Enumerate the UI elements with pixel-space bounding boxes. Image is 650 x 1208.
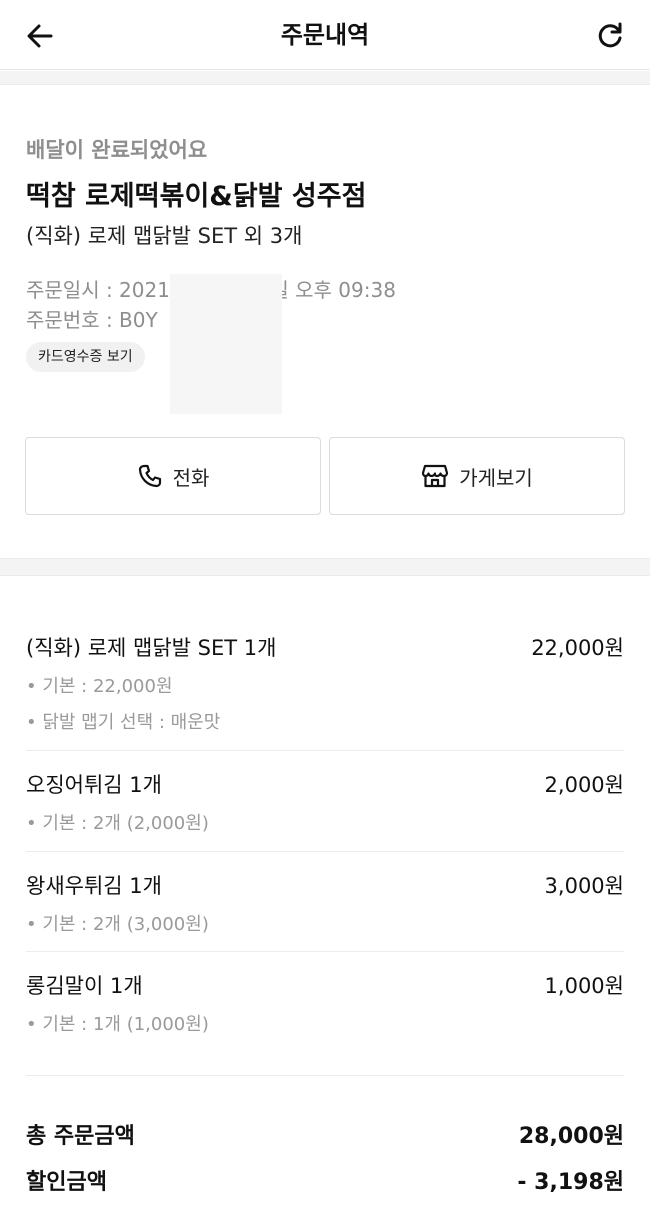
section-gap: [0, 558, 650, 576]
store-icon: [422, 464, 449, 488]
discount-label: 할인금액: [26, 1170, 107, 1195]
call-button[interactable]: 전화: [25, 437, 321, 515]
divider: [26, 1075, 624, 1076]
phone-icon: [138, 464, 161, 488]
item-name: 왕새우튀김 1개: [26, 874, 162, 898]
refresh-icon: [598, 22, 622, 48]
item-price: 2,000원: [544, 773, 624, 797]
store-name: 떡참 로제떡볶이&닭발 성주점: [26, 181, 367, 212]
total-order-label: 총 주문금액: [26, 1124, 135, 1149]
page-title: 주문내역: [280, 21, 370, 49]
view-store-button[interactable]: 가게보기: [329, 437, 625, 515]
item-price: 22,000원: [531, 636, 624, 660]
delivery-status: 배달이 완료되었어요: [26, 138, 208, 162]
order-number: 주문번호 : B0Y: [26, 308, 158, 332]
order-item: 롱김말이 1개 1,000원 • 기본 : 1개 (1,000원): [26, 970, 624, 1040]
discount-value: - 3,198원: [517, 1170, 624, 1195]
item-option: • 기본 : 2개 (3,000원): [26, 914, 209, 935]
refresh-button[interactable]: [592, 18, 628, 54]
item-name: 롱김말이 1개: [26, 974, 143, 998]
view-store-label: 가게보기: [459, 465, 533, 490]
order-item: (직화) 로제 맵닭발 SET 1개 22,000원 • 기본 : 22,000…: [26, 632, 624, 742]
order-item: 왕새우튀김 1개 3,000원 • 기본 : 2개 (3,000원): [26, 870, 624, 940]
item-option: • 기본 : 22,000원: [26, 676, 173, 697]
card-receipt-button[interactable]: 카드영수증 보기: [26, 342, 145, 372]
total-order-value: 28,000원: [518, 1124, 624, 1149]
item-option: • 기본 : 1개 (1,000원): [26, 1014, 209, 1035]
app-header: 주문내역: [0, 0, 650, 70]
order-item: 오징어튀김 1개 2,000원 • 기본 : 2개 (2,000원): [26, 769, 624, 839]
item-option: • 닭발 맵기 선택 : 매운맛: [26, 712, 221, 733]
divider: [26, 951, 624, 952]
item-name: 오징어튀김 1개: [26, 773, 162, 797]
item-price: 1,000원: [544, 974, 624, 998]
divider: [26, 851, 624, 852]
item-option: • 기본 : 2개 (2,000원): [26, 813, 209, 834]
privacy-mask: [170, 274, 282, 414]
section-gap: [0, 71, 650, 85]
item-name: (직화) 로제 맵닭발 SET 1개: [26, 636, 277, 660]
menu-summary: (직화) 로제 맵닭발 SET 외 3개: [26, 224, 303, 248]
call-label: 전화: [172, 465, 210, 490]
divider: [26, 750, 624, 751]
item-price: 3,000원: [544, 874, 624, 898]
